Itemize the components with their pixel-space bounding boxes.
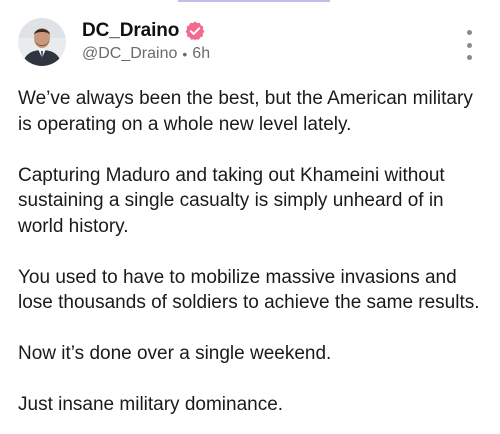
author-display-name[interactable]: DC_Draino	[82, 20, 179, 42]
post-paragraph: Just insane military dominance.	[18, 394, 284, 415]
meta-separator: •	[182, 46, 188, 62]
post-timestamp[interactable]: 6h	[192, 45, 210, 63]
post-paragraph: We’ve always been the best, but the Amer…	[18, 88, 473, 135]
post-card: DC_Draino @DC_Draino • 6h We’ve always b…	[0, 0, 500, 434]
more-dot-icon	[466, 42, 472, 48]
more-dot-icon	[466, 55, 472, 60]
avatar-image	[18, 18, 66, 66]
more-dot-icon	[466, 30, 472, 35]
author-avatar[interactable]	[18, 18, 66, 66]
verified-badge-icon	[185, 21, 205, 41]
post-body: We’ve always been the best, but the Amer…	[18, 86, 488, 418]
post-paragraph: Now it’s done over a single weekend.	[18, 343, 332, 364]
post-paragraph: You used to have to mobilize massive inv…	[18, 266, 480, 314]
author-handle[interactable]: @DC_Draino	[82, 45, 177, 63]
author-name-row: DC_Draino	[82, 18, 206, 44]
post-paragraph: Capturing Maduro and taking out Khameini…	[18, 164, 445, 237]
author-meta-row: @DC_Draino • 6h	[82, 45, 210, 63]
more-options-button[interactable]	[458, 30, 480, 60]
